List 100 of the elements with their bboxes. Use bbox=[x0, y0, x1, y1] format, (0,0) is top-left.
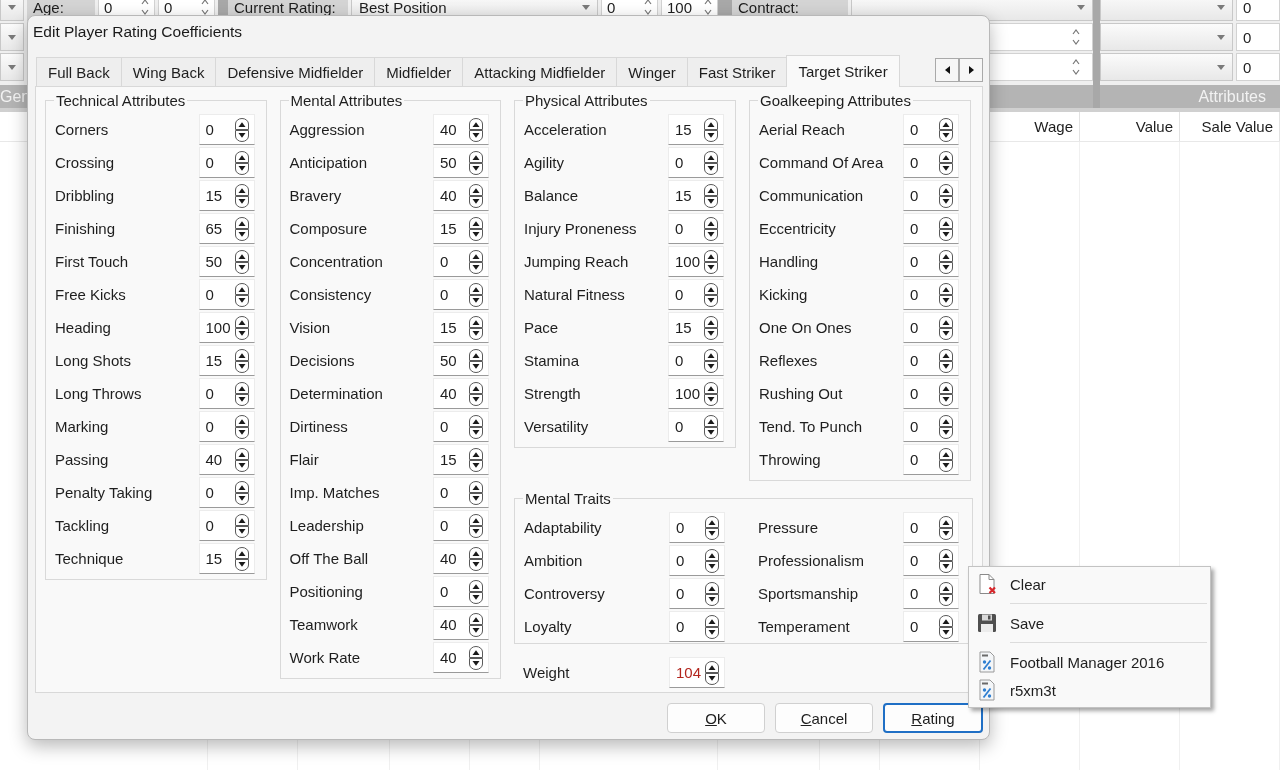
spin-arrows-icon[interactable] bbox=[938, 215, 954, 242]
number-field[interactable]: 0 bbox=[668, 345, 724, 376]
spin-arrows-icon[interactable] bbox=[468, 215, 484, 242]
spin-chevrons-icon[interactable] bbox=[1072, 28, 1080, 46]
number-field[interactable]: 0 bbox=[433, 477, 489, 508]
number-field[interactable]: 0 bbox=[903, 279, 959, 310]
spin-arrows-icon[interactable] bbox=[704, 613, 720, 640]
number-field[interactable]: 40 bbox=[433, 114, 489, 145]
number-field[interactable]: 15 bbox=[198, 543, 255, 574]
number-field[interactable]: 0 bbox=[433, 576, 489, 607]
menu-item[interactable]: Clear bbox=[972, 570, 1207, 598]
number-field[interactable]: 0 bbox=[669, 512, 725, 543]
number-field[interactable]: 40 bbox=[433, 378, 489, 409]
spin-arrows-icon[interactable] bbox=[468, 611, 484, 638]
spin-arrows-icon[interactable] bbox=[703, 248, 719, 275]
tab[interactable]: Attacking Midfielder bbox=[462, 57, 618, 86]
number-field[interactable]: 0 bbox=[668, 147, 724, 178]
spin-arrows-icon[interactable] bbox=[938, 248, 954, 275]
dropdown-field[interactable] bbox=[1100, 23, 1233, 51]
spin-arrows-icon[interactable] bbox=[468, 281, 484, 308]
tab[interactable]: Target Striker bbox=[786, 55, 900, 87]
spin-arrows-icon[interactable] bbox=[703, 182, 719, 209]
spin-arrows-icon[interactable] bbox=[233, 347, 250, 374]
number-field[interactable]: 15 bbox=[433, 312, 489, 343]
number-field[interactable]: 40 bbox=[433, 180, 489, 211]
number-field[interactable]: 15 bbox=[198, 180, 255, 211]
spin-arrows-icon[interactable] bbox=[938, 347, 954, 374]
number-field[interactable]: 0 bbox=[433, 246, 489, 277]
number-field[interactable]: 0 bbox=[198, 279, 255, 310]
spin-arrows-icon[interactable] bbox=[703, 215, 719, 242]
spin-arrows-icon[interactable] bbox=[704, 514, 720, 541]
spin-chevrons-icon[interactable] bbox=[141, 0, 149, 16]
menu-item[interactable]: Save bbox=[972, 609, 1207, 637]
spin-arrows-icon[interactable] bbox=[233, 149, 250, 176]
spin-arrows-icon[interactable] bbox=[468, 116, 484, 143]
spin-arrows-icon[interactable] bbox=[704, 659, 720, 686]
spin-arrows-icon[interactable] bbox=[938, 149, 954, 176]
number-field[interactable]: 0 bbox=[903, 180, 959, 211]
menu-item[interactable]: Football Manager 2016 bbox=[972, 648, 1207, 676]
spin-arrows-icon[interactable] bbox=[938, 580, 954, 607]
tab[interactable]: Winger bbox=[616, 57, 688, 86]
number-field[interactable]: 0 bbox=[903, 345, 959, 376]
number-field[interactable]: 15 bbox=[433, 444, 489, 475]
number-field[interactable]: 0 bbox=[198, 411, 255, 442]
dropdown-field[interactable] bbox=[0, 53, 24, 81]
spin-arrows-icon[interactable] bbox=[233, 380, 250, 407]
spin-arrows-icon[interactable] bbox=[233, 215, 250, 242]
number-field[interactable]: 0 bbox=[668, 213, 724, 244]
number-field[interactable]: 0 bbox=[903, 512, 959, 543]
number-field[interactable]: 0 bbox=[903, 246, 959, 277]
spin-arrows-icon[interactable] bbox=[938, 547, 954, 574]
number-field[interactable]: 100 bbox=[668, 378, 724, 409]
spin-arrows-icon[interactable] bbox=[468, 512, 484, 539]
spin-arrows-icon[interactable] bbox=[233, 314, 250, 341]
number-field[interactable]: 0 bbox=[433, 510, 489, 541]
spin-arrows-icon[interactable] bbox=[468, 545, 484, 572]
number-field[interactable]: 0 bbox=[903, 147, 959, 178]
spin-arrows-icon[interactable] bbox=[703, 116, 719, 143]
spin-arrows-icon[interactable] bbox=[233, 413, 250, 440]
number-field[interactable]: 0 bbox=[1236, 0, 1280, 21]
spin-arrows-icon[interactable] bbox=[703, 149, 719, 176]
dropdown-field[interactable] bbox=[1100, 53, 1233, 81]
spin-arrows-icon[interactable] bbox=[938, 514, 954, 541]
spin-arrows-icon[interactable] bbox=[938, 281, 954, 308]
spin-arrows-icon[interactable] bbox=[938, 613, 954, 640]
tab[interactable]: Midfielder bbox=[374, 57, 464, 86]
spin-arrows-icon[interactable] bbox=[468, 380, 484, 407]
spin-chevrons-icon[interactable] bbox=[644, 0, 652, 16]
column-header[interactable]: Sale Value bbox=[1180, 112, 1280, 141]
spin-arrows-icon[interactable] bbox=[703, 347, 719, 374]
dropdown-field[interactable] bbox=[1100, 0, 1233, 21]
spin-arrows-icon[interactable] bbox=[468, 446, 484, 473]
spin-chevrons-icon[interactable] bbox=[201, 0, 209, 16]
number-field[interactable]: 0 bbox=[669, 611, 725, 642]
column-header[interactable]: Value bbox=[1080, 112, 1180, 141]
number-field[interactable]: 40 bbox=[198, 444, 255, 475]
spin-arrows-icon[interactable] bbox=[233, 281, 250, 308]
tab[interactable]: Fast Striker bbox=[686, 57, 788, 86]
spin-chevrons-icon[interactable] bbox=[704, 0, 712, 16]
number-field[interactable]: 0 bbox=[903, 213, 959, 244]
spin-arrows-icon[interactable] bbox=[703, 413, 719, 440]
spin-arrows-icon[interactable] bbox=[938, 182, 954, 209]
tab[interactable]: Wing Back bbox=[120, 57, 217, 86]
number-field[interactable]: 0 bbox=[198, 147, 255, 178]
spin-arrows-icon[interactable] bbox=[938, 413, 954, 440]
number-field[interactable]: 0 bbox=[903, 114, 959, 145]
ok-button[interactable]: OK bbox=[667, 703, 765, 733]
spin-arrows-icon[interactable] bbox=[233, 446, 250, 473]
spin-arrows-icon[interactable] bbox=[233, 479, 250, 506]
number-field[interactable]: 0 bbox=[903, 444, 959, 475]
number-field[interactable]: 0 bbox=[1236, 53, 1280, 81]
spin-arrows-icon[interactable] bbox=[938, 446, 954, 473]
number-field[interactable]: 104 bbox=[669, 657, 725, 688]
number-field[interactable]: 40 bbox=[433, 609, 489, 640]
spin-arrows-icon[interactable] bbox=[233, 248, 250, 275]
number-field[interactable]: 100 bbox=[198, 312, 255, 343]
number-field[interactable]: 15 bbox=[668, 312, 724, 343]
number-field[interactable]: 0 bbox=[198, 510, 255, 541]
number-field[interactable]: 0 bbox=[903, 378, 959, 409]
number-field[interactable]: 0 bbox=[669, 545, 725, 576]
